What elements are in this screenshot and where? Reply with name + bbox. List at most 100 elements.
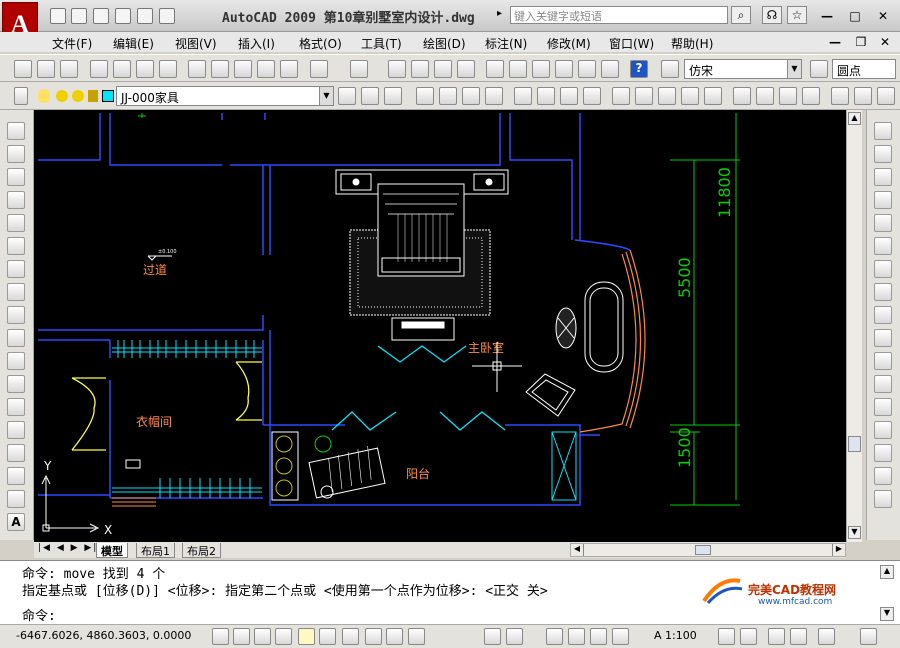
scroll-thumb[interactable] <box>848 436 861 452</box>
ellipse-icon[interactable] <box>7 329 25 347</box>
annotation-visibility-icon[interactable] <box>718 628 735 645</box>
zoom-previous-icon[interactable] <box>457 60 475 78</box>
redo-icon[interactable] <box>159 8 175 24</box>
menu-file[interactable]: 文件(F) <box>52 35 92 52</box>
tolerance-icon[interactable] <box>733 87 751 105</box>
inspection-icon[interactable] <box>779 87 797 105</box>
plot-icon[interactable] <box>90 60 108 78</box>
new-file-icon[interactable] <box>50 8 66 24</box>
menu-view[interactable]: 视图(V) <box>175 35 217 52</box>
cmd-scroll-up-icon[interactable]: ▲ <box>880 565 894 579</box>
center-mark-icon[interactable] <box>756 87 774 105</box>
tab-model[interactable]: 模型 <box>96 543 128 558</box>
sheet-set-icon[interactable] <box>555 60 573 78</box>
plot-preview-icon[interactable] <box>113 60 131 78</box>
dim-edit-icon[interactable] <box>831 87 849 105</box>
tab-layout1[interactable]: 布局1 <box>136 543 175 558</box>
dynamic-input-icon[interactable] <box>365 628 382 645</box>
annotation-scale[interactable]: A 1:100 <box>654 629 697 642</box>
close-button[interactable]: ✕ <box>874 8 892 24</box>
qnew-icon[interactable] <box>14 60 32 78</box>
explode-icon[interactable] <box>874 490 892 508</box>
layer-lock-icon[interactable] <box>88 90 98 102</box>
vertical-scrollbar[interactable]: ▲ ▼ <box>846 110 862 542</box>
help-icon[interactable]: ? <box>630 60 648 78</box>
clean-screen-icon[interactable] <box>860 628 877 645</box>
markup-icon[interactable] <box>578 60 596 78</box>
aligned-dim-icon[interactable] <box>439 87 457 105</box>
text-style-select[interactable]: 仿宋 ▼ <box>684 59 802 79</box>
open-file-icon[interactable] <box>71 8 87 24</box>
quick-properties-icon[interactable] <box>408 628 425 645</box>
linear-dim-icon[interactable] <box>416 87 434 105</box>
layer-select[interactable]: JJ-000家具 ▼ <box>116 86 334 106</box>
menu-help[interactable]: 帮助(H) <box>671 35 713 52</box>
dim-break-icon[interactable] <box>704 87 722 105</box>
lock-toolbar-icon[interactable] <box>790 628 807 645</box>
angular-dim-icon[interactable] <box>583 87 601 105</box>
offset-icon[interactable] <box>874 191 892 209</box>
rectangle-icon[interactable] <box>7 214 25 232</box>
scroll-up-icon[interactable]: ▲ <box>848 112 861 125</box>
point-icon[interactable] <box>7 421 25 439</box>
save-icon[interactable] <box>60 60 78 78</box>
tab-nav-arrows-icon[interactable]: |◀ ◀ ▶ ▶| <box>38 543 98 553</box>
continue-dim-icon[interactable] <box>658 87 676 105</box>
revision-cloud-icon[interactable] <box>7 283 25 301</box>
join-icon[interactable] <box>874 421 892 439</box>
menu-format[interactable]: 格式(O) <box>299 35 342 52</box>
communication-center-icon[interactable]: ☊ <box>762 6 782 24</box>
publish-icon[interactable] <box>136 60 154 78</box>
design-center-icon[interactable] <box>509 60 527 78</box>
scale-icon[interactable] <box>874 283 892 301</box>
maximize-button[interactable]: □ <box>846 8 864 24</box>
steering-wheel-icon[interactable] <box>590 628 607 645</box>
horizontal-scrollbar[interactable]: ◀ ▶ <box>570 543 846 557</box>
trim-icon[interactable] <box>874 329 892 347</box>
array-icon[interactable] <box>874 214 892 232</box>
layout-space-icon[interactable] <box>506 628 523 645</box>
menu-edit[interactable]: 编辑(E) <box>113 35 154 52</box>
save-icon[interactable] <box>93 8 109 24</box>
construction-line-icon[interactable] <box>7 145 25 163</box>
undo-icon[interactable] <box>137 8 153 24</box>
layer-on-bulb-icon[interactable] <box>38 89 50 103</box>
paste-icon[interactable] <box>234 60 252 78</box>
object-snap-tracking-icon[interactable] <box>319 628 336 645</box>
diameter-dim-icon[interactable] <box>560 87 578 105</box>
region-icon[interactable] <box>7 490 25 508</box>
pan-icon[interactable] <box>388 60 406 78</box>
stretch-icon[interactable] <box>874 306 892 324</box>
3d-dwf-icon[interactable] <box>159 60 177 78</box>
pan-status-icon[interactable] <box>546 628 563 645</box>
layer-color-swatch[interactable] <box>102 90 114 102</box>
menu-tools[interactable]: 工具(T) <box>361 35 402 52</box>
cmd-scroll-down-icon[interactable]: ▼ <box>880 607 894 621</box>
ordinate-dim-icon[interactable] <box>485 87 503 105</box>
quickcalc-icon[interactable] <box>601 60 619 78</box>
polyline-icon[interactable] <box>7 168 25 186</box>
auto-scale-icon[interactable] <box>740 628 757 645</box>
multiline-text-icon[interactable]: A <box>7 513 25 531</box>
arc-length-icon[interactable] <box>462 87 480 105</box>
model-space-icon[interactable] <box>484 628 501 645</box>
ortho-mode-icon[interactable] <box>254 628 271 645</box>
workspace-switch-icon[interactable] <box>768 628 785 645</box>
doc-minimize-button[interactable]: — <box>826 34 844 50</box>
jogged-linear-icon[interactable] <box>802 87 820 105</box>
break-at-point-icon[interactable] <box>874 375 892 393</box>
coordinates-readout[interactable]: -6467.6026, 4860.3603, 0.0000 <box>16 629 191 642</box>
layer-manager-icon[interactable] <box>14 87 28 105</box>
zoom-status-icon[interactable] <box>568 628 585 645</box>
cut-icon[interactable] <box>188 60 206 78</box>
search-icon[interactable]: ⌕ <box>731 6 751 24</box>
dim-update-icon[interactable] <box>877 87 895 105</box>
layer-viewport-sun-icon[interactable] <box>72 90 84 102</box>
circle-icon[interactable] <box>7 260 25 278</box>
spline-icon[interactable] <box>7 306 25 324</box>
properties-icon[interactable] <box>486 60 504 78</box>
dim-text-edit-icon[interactable] <box>854 87 872 105</box>
undo-icon[interactable] <box>310 60 328 78</box>
scroll-down-icon[interactable]: ▼ <box>848 526 861 539</box>
grid-display-icon[interactable] <box>233 628 250 645</box>
